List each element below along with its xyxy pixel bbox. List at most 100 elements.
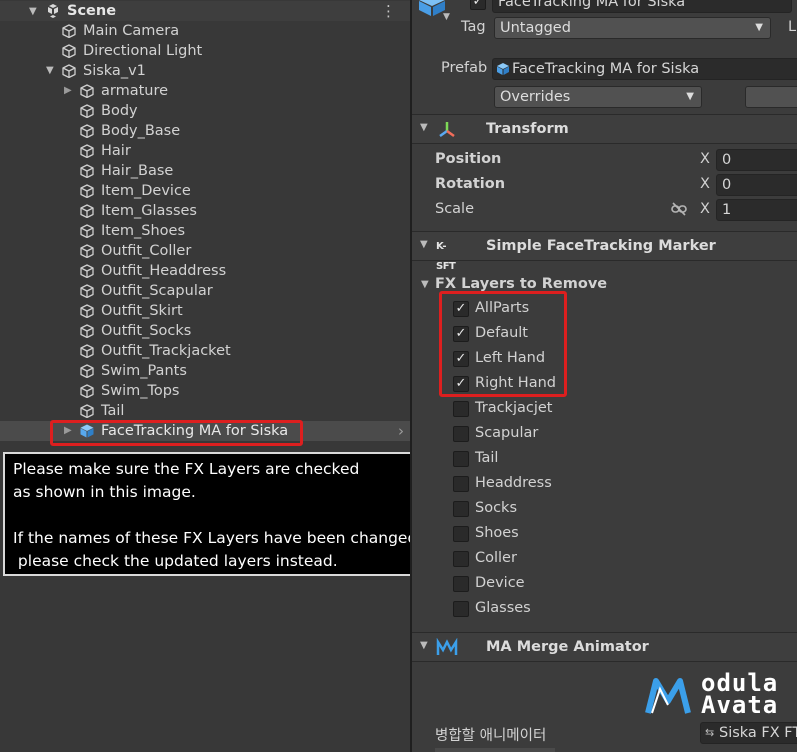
- hierarchy-item-label: Outfit_Coller: [101, 243, 192, 259]
- hierarchy-item-label: Outfit_Headdress: [101, 263, 227, 279]
- hierarchy-item-label: Swim_Pants: [101, 363, 187, 379]
- hierarchy-item-label: Body: [101, 103, 138, 119]
- tag-dropdown[interactable]: Untagged ▼: [494, 17, 771, 39]
- rotation-label: Rotation: [435, 176, 506, 192]
- gameobject-cube-icon: [80, 124, 94, 138]
- logo-text-line-2: Avata: [701, 691, 779, 719]
- object-name-field[interactable]: FaceTracking MA for Siska: [492, 0, 792, 13]
- prefab-label: Prefab: [441, 60, 488, 76]
- modular-avatar-logo: odula Avata: [644, 669, 797, 721]
- fold-arrow-icon[interactable]: ▼: [420, 640, 428, 651]
- chevron-right-icon[interactable]: ›: [398, 421, 404, 441]
- position-x-field[interactable]: 0: [716, 149, 797, 171]
- fx-layer-checkbox-coller[interactable]: [453, 551, 469, 567]
- kebab-menu-icon[interactable]: ⋮: [381, 1, 396, 21]
- fx-layer-checkbox-scapular[interactable]: [453, 426, 469, 442]
- layer-label: L: [788, 19, 797, 35]
- hierarchy-item-outfit-scapular[interactable]: Outfit_Scapular: [0, 281, 410, 301]
- icon-dropdown-icon[interactable]: ▼: [443, 12, 450, 22]
- gameobject-cube-icon: [80, 84, 94, 98]
- hierarchy-item-outfit-skirt[interactable]: Outfit_Skirt: [0, 301, 410, 321]
- gameobject-cube-icon: [80, 284, 94, 298]
- note-line-4: please check the updated layers instead.: [13, 552, 338, 570]
- hierarchy-item-siska-v1[interactable]: ▼ Siska_v1: [0, 61, 410, 81]
- inspector-panel: ▼ ✓ FaceTracking MA for Siska Tag Untagg…: [412, 0, 797, 752]
- fold-arrow-icon[interactable]: ▼: [421, 279, 429, 290]
- hierarchy-item-label: Outfit_Scapular: [101, 283, 213, 299]
- hierarchy-item-body-base[interactable]: Body_Base: [0, 121, 410, 141]
- rotation-x-field[interactable]: 0: [716, 174, 797, 196]
- fx-layer-label-trackjacjet: Trackjacjet: [475, 400, 553, 416]
- scene-row[interactable]: ▼ Scene ⋮: [0, 1, 410, 21]
- chevron-down-icon: ▼: [755, 22, 763, 33]
- gameobject-cube-icon: [62, 64, 76, 78]
- fx-layer-checkbox-headdress[interactable]: [453, 476, 469, 492]
- constrain-proportions-link-icon[interactable]: [671, 202, 687, 216]
- animator-field[interactable]: ⇆ Siska FX FT: [700, 722, 797, 744]
- gameobject-cube-icon: [80, 384, 94, 398]
- fx-layer-checkbox-tail[interactable]: [453, 451, 469, 467]
- modular-avatar-logo-mark-icon: [645, 678, 691, 714]
- fx-layer-checkbox-socks[interactable]: [453, 501, 469, 517]
- hierarchy-item-outfit-trackjacket[interactable]: Outfit_Trackjacket: [0, 341, 410, 361]
- hierarchy-item-swim-tops[interactable]: Swim_Tops: [0, 381, 410, 401]
- gameobject-cube-icon: [62, 24, 76, 38]
- hierarchy-item-item-glasses[interactable]: Item_Glasses: [0, 201, 410, 221]
- active-toggle[interactable]: ✓: [470, 0, 486, 10]
- instruction-note: Please make sure the FX Layers are check…: [3, 452, 439, 576]
- fx-layer-checkbox-trackjacjet[interactable]: [453, 401, 469, 417]
- gameobject-cube-icon: [80, 404, 94, 418]
- hierarchy-item-swim-pants[interactable]: Swim_Pants: [0, 361, 410, 381]
- fx-layer-label-scapular: Scapular: [475, 425, 539, 441]
- highlight-box-checked-layers: [439, 291, 567, 397]
- gameobject-cube-icon: [80, 224, 94, 238]
- hierarchy-item-hair[interactable]: Hair: [0, 141, 410, 161]
- facetracking-marker-title: Simple FaceTracking Marker: [486, 238, 716, 254]
- rotation-x-label: X: [700, 176, 710, 192]
- hierarchy-item-body[interactable]: Body: [0, 101, 410, 121]
- fx-layer-label-tail: Tail: [475, 450, 499, 466]
- gameobject-cube-icon: [80, 244, 94, 258]
- position-x-label: X: [700, 151, 710, 167]
- hierarchy-item-main-camera[interactable]: Main Camera: [0, 21, 410, 41]
- hierarchy-item-outfit-coller[interactable]: Outfit_Coller: [0, 241, 410, 261]
- hierarchy-item-label: Outfit_Skirt: [101, 303, 183, 319]
- position-label: Position: [435, 151, 502, 167]
- hierarchy-item-outfit-socks[interactable]: Outfit_Socks: [0, 321, 410, 341]
- merge-animator-header[interactable]: ▼ MA Merge Animator: [412, 632, 797, 662]
- facetracking-marker-header[interactable]: ▼ K-SFT Simple FaceTracking Marker: [412, 231, 797, 272]
- gameobject-cube-icon: [80, 164, 94, 178]
- tag-label: Tag: [461, 19, 486, 35]
- hierarchy-item-label: Swim_Tops: [101, 383, 180, 399]
- fx-layer-checkbox-glasses[interactable]: [453, 601, 469, 617]
- fx-layer-checkbox-shoes[interactable]: [453, 526, 469, 542]
- fx-layer-checkbox-device[interactable]: [453, 576, 469, 592]
- animator-value: Siska FX FT: [719, 725, 797, 741]
- merge-animator-title: MA Merge Animator: [486, 639, 649, 655]
- collapse-arrow-icon[interactable]: ▶: [64, 81, 72, 101]
- gameobject-cube-icon: [80, 104, 94, 118]
- hierarchy-item-outfit-headdress[interactable]: Outfit_Headdress: [0, 261, 410, 281]
- transform-header[interactable]: ▼ Transform: [412, 114, 797, 144]
- ksft-script-icon: K-SFT: [436, 241, 456, 272]
- fx-layers-section-label[interactable]: FX Layers to Remove: [435, 276, 607, 292]
- fx-layer-label-glasses: Glasses: [475, 600, 531, 616]
- expand-arrow-icon[interactable]: ▼: [29, 2, 37, 22]
- hierarchy-item-hair-base[interactable]: Hair_Base: [0, 161, 410, 181]
- overrides-dropdown[interactable]: Overrides ▼: [494, 86, 702, 108]
- hierarchy-item-tail[interactable]: Tail: [0, 401, 410, 421]
- hierarchy-item-item-shoes[interactable]: Item_Shoes: [0, 221, 410, 241]
- prefab-field[interactable]: FaceTracking MA for Siska: [492, 58, 797, 80]
- expand-arrow-icon[interactable]: ▼: [46, 61, 54, 81]
- hierarchy-item-item-device[interactable]: Item_Device: [0, 181, 410, 201]
- fold-arrow-icon[interactable]: ▼: [420, 122, 428, 133]
- scale-x-field[interactable]: 1: [716, 199, 797, 221]
- select-button[interactable]: [745, 86, 797, 108]
- hierarchy-item-armature[interactable]: ▶ armature: [0, 81, 410, 101]
- animator-to-merge-label: 병합할 애니메이터: [435, 728, 547, 744]
- fold-arrow-icon[interactable]: ▼: [420, 239, 428, 250]
- hierarchy-item-directional-light[interactable]: Directional Light: [0, 41, 410, 61]
- hierarchy-item-label: Item_Glasses: [101, 203, 197, 219]
- hierarchy-item-label: Item_Shoes: [101, 223, 185, 239]
- fx-layer-label-shoes: Shoes: [475, 525, 519, 541]
